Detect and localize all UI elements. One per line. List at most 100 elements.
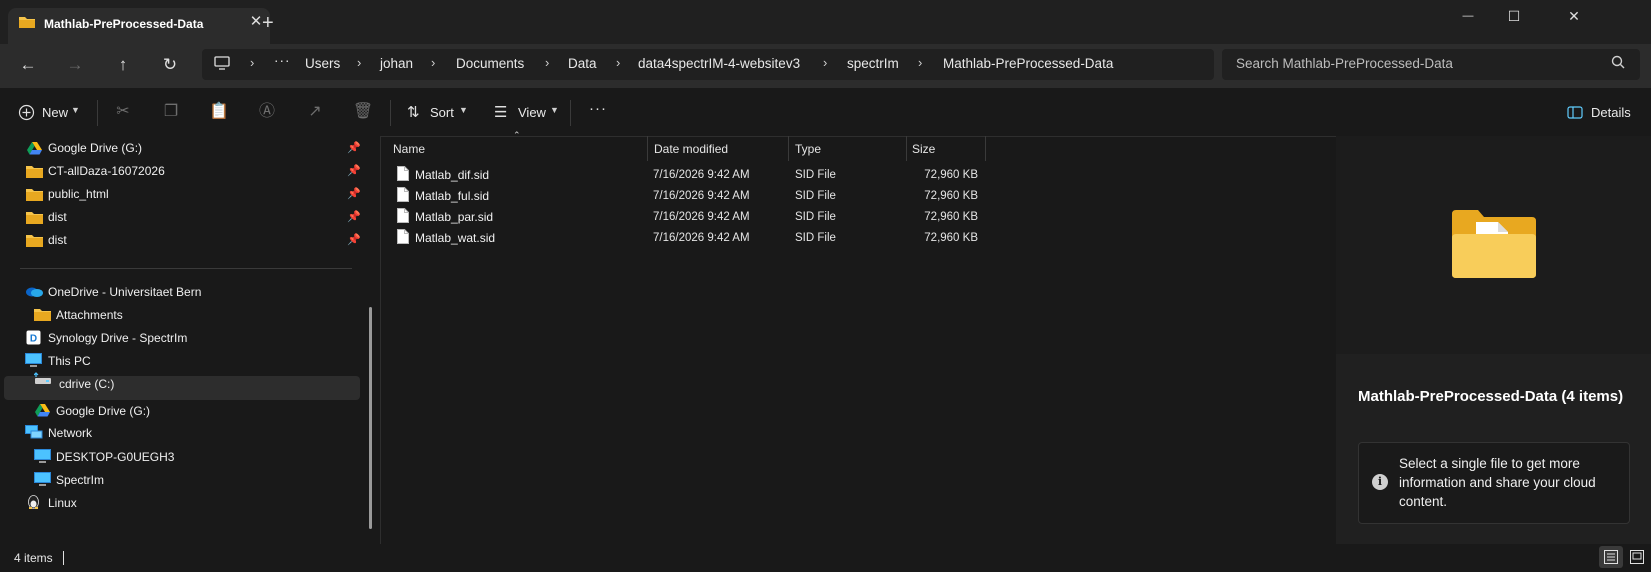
- up-button[interactable]: ↑: [110, 54, 136, 76]
- column-header-size[interactable]: Size: [912, 142, 935, 156]
- folder-icon: [26, 235, 43, 247]
- svg-text:D: D: [30, 334, 37, 345]
- details-label: Details: [1591, 105, 1631, 120]
- large-folder-icon: [1452, 210, 1536, 278]
- breadcrumb-overflow-button[interactable]: ···: [274, 53, 291, 68]
- details-pane-icon: [1567, 106, 1583, 119]
- minimize-button[interactable]: —: [1445, 0, 1491, 32]
- command-bar: [0, 88, 1651, 137]
- monitor-icon[interactable]: [214, 56, 230, 70]
- file-date: 7/16/2026 9:42 AM: [653, 169, 750, 181]
- sidebar-item-label: Google Drive (G:): [48, 141, 143, 155]
- file-type: SID File: [795, 211, 836, 223]
- linux-icon: [28, 495, 39, 509]
- sidebar-item-label: OneDrive - Universitaet Bern: [48, 285, 202, 299]
- breadcrumb-documents[interactable]: Documents: [456, 56, 524, 71]
- sidebar-item-label: SpectrIm: [56, 473, 105, 487]
- details-title: Mathlab-PreProcessed-Data (4 items): [1358, 388, 1624, 405]
- file-date: 7/16/2026 9:42 AM: [653, 211, 750, 223]
- refresh-button[interactable]: ↻: [157, 54, 183, 76]
- file-icon: [397, 208, 409, 223]
- copy-icon[interactable]: ❐: [160, 101, 182, 123]
- sidebar-item-label: dist: [48, 210, 67, 224]
- breadcrumb-johan[interactable]: johan: [380, 56, 413, 71]
- file-icon: [397, 187, 409, 202]
- breadcrumb-separator: ›: [545, 55, 550, 70]
- column-divider[interactable]: [788, 136, 789, 161]
- sidebar-divider: [20, 268, 352, 269]
- paste-icon[interactable]: 📋: [208, 101, 230, 123]
- forward-button[interactable]: →: [62, 54, 88, 76]
- maximize-button[interactable]: ☐: [1491, 0, 1537, 32]
- cut-icon[interactable]: ✂: [112, 101, 134, 123]
- sidebar-item-label: cdrive (C:): [59, 377, 115, 391]
- share-icon[interactable]: ↗: [304, 101, 326, 123]
- delete-icon[interactable]: 🗑: [352, 101, 374, 123]
- new-label: New: [42, 105, 69, 120]
- pin-icon: 📌: [347, 234, 361, 246]
- chevron-down-icon: ▼: [71, 105, 80, 115]
- more-options-button[interactable]: ···: [589, 100, 607, 117]
- file-size: 72,960 KB: [924, 232, 978, 244]
- breadcrumb-users[interactable]: Users: [305, 56, 340, 71]
- large-icons-view-icon: [1630, 550, 1644, 564]
- toolbar-divider: [97, 100, 98, 126]
- drive-icon: [34, 372, 51, 384]
- maximize-icon: ☐: [1507, 7, 1521, 24]
- breadcrumb-current-folder[interactable]: Mathlab-PreProcessed-Data: [943, 56, 1113, 71]
- sidebar-item-label: Network: [48, 426, 93, 440]
- view-icon: ☰: [494, 104, 508, 121]
- minimize-icon: —: [1462, 10, 1474, 22]
- toolbar-divider: [390, 100, 391, 126]
- file-name: Matlab_wat.sid: [415, 231, 496, 245]
- file-name: Matlab_par.sid: [415, 210, 494, 224]
- sidebar-item-label: Attachments: [56, 308, 123, 322]
- folder-icon: [19, 17, 35, 28]
- column-divider[interactable]: [647, 136, 648, 161]
- status-divider: [63, 551, 64, 565]
- file-icon: [397, 166, 409, 181]
- search-icon: [1611, 55, 1625, 69]
- chevron-down-icon: ▼: [550, 105, 559, 115]
- column-header-type[interactable]: Type: [795, 142, 821, 156]
- toolbar-divider: [570, 100, 571, 126]
- breadcrumb-spectrim[interactable]: spectrIm: [847, 56, 899, 71]
- file-size: 72,960 KB: [924, 211, 978, 223]
- file-name: Matlab_dif.sid: [415, 168, 490, 182]
- sidebar-item-label: Google Drive (G:): [56, 404, 151, 418]
- sort-ascending-icon: ⌃: [513, 130, 521, 140]
- synology-icon: D: [26, 330, 41, 345]
- column-divider[interactable]: [906, 136, 907, 161]
- folder-icon: [26, 212, 43, 224]
- sidebar-item-cdrive[interactable]: [4, 376, 360, 398]
- file-date: 7/16/2026 9:42 AM: [653, 232, 750, 244]
- new-icon: [18, 104, 35, 121]
- column-divider[interactable]: [985, 136, 986, 161]
- file-size: 72,960 KB: [924, 169, 978, 181]
- rename-icon[interactable]: Ⓐ: [256, 101, 278, 123]
- new-tab-button[interactable]: +: [262, 13, 274, 33]
- tab-title: Mathlab-PreProcessed-Data: [44, 17, 204, 31]
- onedrive-icon: [26, 287, 43, 297]
- close-icon: ✕: [1568, 7, 1580, 24]
- file-type: SID File: [795, 232, 836, 244]
- column-header-name[interactable]: Name: [393, 142, 425, 156]
- file-type: SID File: [795, 190, 836, 202]
- google-drive-icon: [27, 142, 42, 155]
- close-button[interactable]: ✕: [1551, 0, 1597, 32]
- folder-icon: [34, 309, 51, 321]
- details-info-text: Select a single file to get more informa…: [1399, 456, 1596, 509]
- breadcrumb-data[interactable]: Data: [568, 56, 597, 71]
- pin-icon: 📌: [347, 188, 361, 200]
- file-type: SID File: [795, 169, 836, 181]
- sidebar-item-label: Synology Drive - SpectrIm: [48, 331, 188, 345]
- view-label: View: [518, 105, 546, 120]
- file-date: 7/16/2026 9:42 AM: [653, 190, 750, 202]
- sidebar-scrollbar[interactable]: [369, 307, 372, 529]
- search-input[interactable]: Search Mathlab-PreProcessed-Data: [1236, 56, 1453, 71]
- breadcrumb-data4spectrim[interactable]: data4spectrIM-4-websitev3: [638, 56, 800, 71]
- sidebar-item-label: CT-allDaza-16072026: [48, 164, 165, 178]
- network-icon: [25, 425, 43, 439]
- back-button[interactable]: ←: [15, 54, 41, 76]
- column-header-date-modified[interactable]: Date modified: [654, 142, 728, 156]
